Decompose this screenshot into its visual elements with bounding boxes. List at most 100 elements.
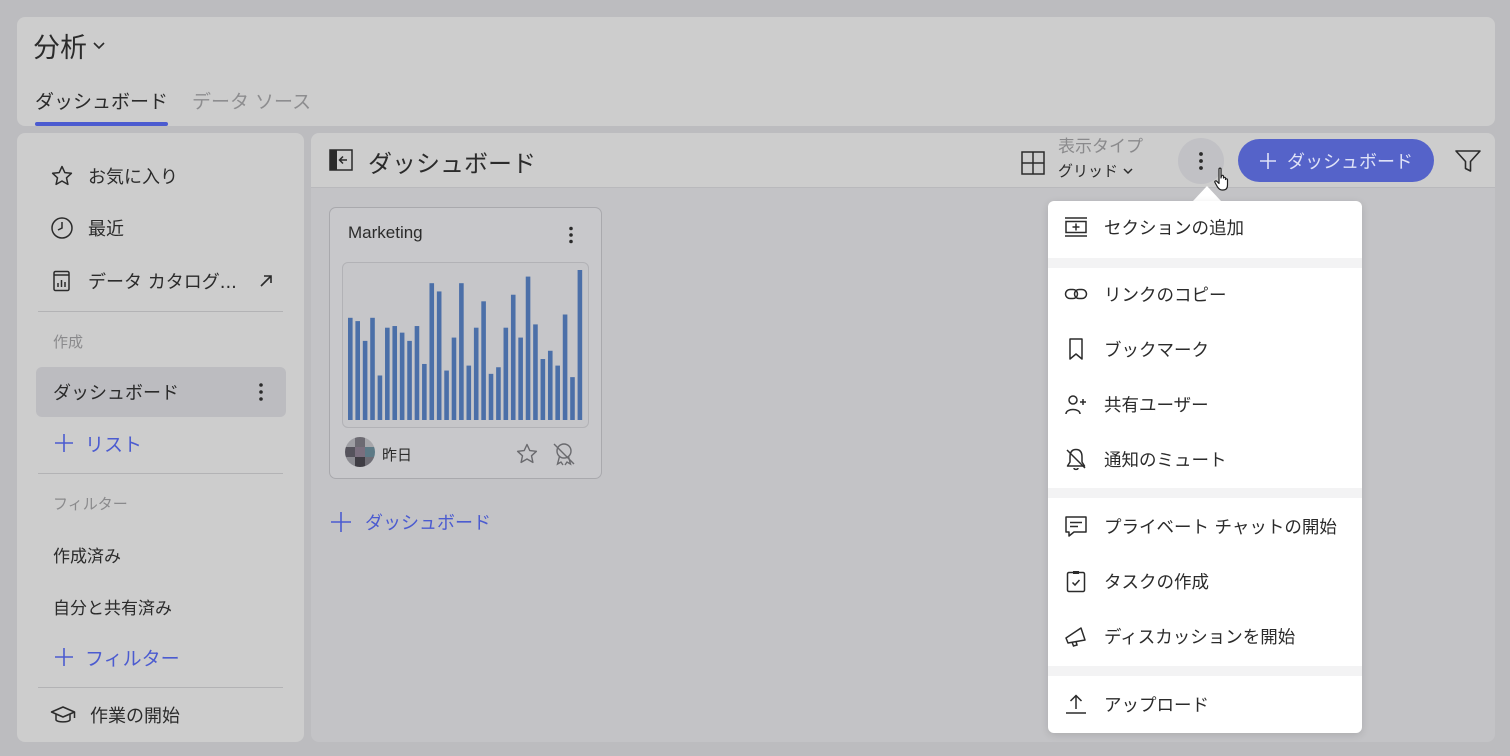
menu-divider <box>1048 258 1362 268</box>
grid-view-icon <box>1021 151 1045 175</box>
chart-bar <box>488 373 494 420</box>
section-label-filter: フィルター <box>53 495 128 513</box>
chart-bar <box>429 283 435 420</box>
graduation-cap-icon <box>50 706 76 723</box>
menu-item-label: リンクのコピー <box>1104 285 1227 306</box>
chart-bar <box>562 314 568 420</box>
star-icon <box>51 165 73 186</box>
sidebar-item-data-catalog[interactable]: データ カタログ... <box>36 256 286 306</box>
chevron-down-icon <box>93 42 105 50</box>
star-icon[interactable] <box>515 442 539 466</box>
divider <box>38 311 283 312</box>
menu-item-copy-link[interactable]: リンクのコピー <box>1048 268 1362 320</box>
chart-bar <box>555 365 560 420</box>
chart-bar <box>510 294 516 420</box>
add-filter-label: フィルター <box>85 647 180 670</box>
menu-item-shared-users[interactable]: 共有ユーザー <box>1048 378 1362 430</box>
bookmark-icon <box>1069 338 1083 360</box>
filter-shared-with-me[interactable]: 自分と共有済み <box>53 594 172 619</box>
chart-bar <box>436 291 442 420</box>
sidebar-item-dashboards[interactable]: ダッシュボード <box>36 367 286 417</box>
menu-item-mute-notifications[interactable]: 通知のミュート <box>1048 433 1362 485</box>
add-list-button[interactable]: リスト <box>53 428 142 458</box>
tab-dashboards[interactable]: ダッシュボード <box>35 83 169 126</box>
chevron-down-icon <box>1123 167 1133 174</box>
page-title: ダッシュボード <box>368 150 536 178</box>
menu-item-bookmark[interactable]: ブックマーク <box>1048 323 1362 375</box>
add-filter-button[interactable]: フィルター <box>53 642 180 672</box>
app-title: 分析 <box>33 32 87 64</box>
sidebar: お気に入り 最近 データ カタログ... 作成 ダッシュボード リスト フィルタ… <box>17 133 304 742</box>
chart-bar <box>407 340 412 420</box>
plus-icon <box>331 512 351 532</box>
app-title-dropdown[interactable]: 分析 <box>33 25 107 65</box>
chart-bar <box>377 375 383 420</box>
menu-item-label: ブックマーク <box>1104 340 1209 361</box>
menu-item-create-task[interactable]: タスクの作成 <box>1048 555 1362 607</box>
share-user-icon <box>1065 395 1086 415</box>
certify-off-icon[interactable] <box>551 441 577 467</box>
chart-bar <box>496 367 501 420</box>
menu-item-start-discussion[interactable]: ディスカッションを開始 <box>1048 610 1362 662</box>
menu-item-add-section[interactable]: セクションの追加 <box>1048 201 1362 253</box>
view-type-label: 表示タイプ <box>1058 137 1143 157</box>
chart-bar <box>540 359 546 420</box>
add-dashboard-link[interactable]: ダッシュボード <box>329 509 491 535</box>
menu-pointer <box>1193 186 1221 201</box>
chart-bar <box>570 377 575 420</box>
menu-item-label: タスクの作成 <box>1104 572 1209 593</box>
sidebar-item-label: データ カタログ... <box>88 272 237 293</box>
catalog-icon <box>53 270 70 292</box>
add-dashboard-label: ダッシュボード <box>1287 151 1413 173</box>
top-header: 分析 ダッシュボード データ ソース <box>17 17 1495 126</box>
sidebar-item-label: 作業の開始 <box>90 706 180 727</box>
more-options-menu: セクションの追加 リンクのコピー ブックマーク 共有ユーザー 通知のミュート プ… <box>1048 201 1362 733</box>
chart-bar <box>466 365 472 420</box>
chart-bar <box>355 321 360 420</box>
clock-icon <box>51 217 73 239</box>
tab-data-sources[interactable]: データ ソース <box>192 83 311 126</box>
sidebar-item-get-started[interactable]: 作業の開始 <box>36 690 286 740</box>
menu-item-private-chat[interactable]: プライベート チャットの開始 <box>1048 500 1362 552</box>
menu-item-label: セクションの追加 <box>1104 218 1244 239</box>
mute-bell-icon <box>1066 448 1086 471</box>
more-vertical-icon[interactable] <box>561 225 581 245</box>
sidebar-item-label: お気に入り <box>88 167 178 188</box>
menu-item-label: プライベート チャットの開始 <box>1104 517 1337 538</box>
dashboard-card[interactable]: Marketing 昨日 <box>329 207 602 479</box>
filter-created[interactable]: 作成済み <box>53 542 121 567</box>
sidebar-item-recent[interactable]: 最近 <box>36 203 286 253</box>
sidebar-item-favorites[interactable]: お気に入り <box>36 151 286 201</box>
add-dashboard-link-label: ダッシュボード <box>365 513 491 534</box>
upload-icon <box>1066 694 1086 714</box>
filter-icon[interactable] <box>1454 148 1482 174</box>
bar-chart <box>348 270 583 420</box>
chart-bar <box>577 270 583 420</box>
add-section-icon <box>1065 217 1087 237</box>
add-list-label: リスト <box>85 433 143 456</box>
divider <box>38 473 283 474</box>
more-vertical-icon[interactable] <box>250 381 272 403</box>
main-header: ダッシュボード 表示タイプ グリッド ダッシュボード <box>311 133 1495 191</box>
chart-bar <box>444 370 449 420</box>
task-icon <box>1066 571 1086 593</box>
menu-item-label: アップロード <box>1104 695 1209 716</box>
card-title: Marketing <box>348 223 423 242</box>
chart-bar <box>473 327 479 420</box>
chart-bar <box>459 283 464 420</box>
plus-icon <box>55 648 73 666</box>
add-dashboard-button[interactable]: ダッシュボード <box>1238 139 1434 182</box>
collapse-sidebar-icon[interactable] <box>329 148 353 172</box>
view-type-selector[interactable]: 表示タイプ グリッド <box>1020 136 1143 181</box>
chart-bar <box>547 350 553 420</box>
section-label-create: 作成 <box>53 333 84 351</box>
chart-bar <box>385 327 390 420</box>
avatar <box>345 437 375 467</box>
menu-item-label: 共有ユーザー <box>1104 395 1209 416</box>
menu-item-label: ディスカッションを開始 <box>1104 627 1296 648</box>
chart-bar <box>422 363 427 420</box>
chat-icon <box>1065 516 1087 537</box>
chart-bar <box>503 327 509 420</box>
menu-item-upload[interactable]: アップロード <box>1048 678 1362 730</box>
card-thumbnail-chart <box>342 262 589 428</box>
